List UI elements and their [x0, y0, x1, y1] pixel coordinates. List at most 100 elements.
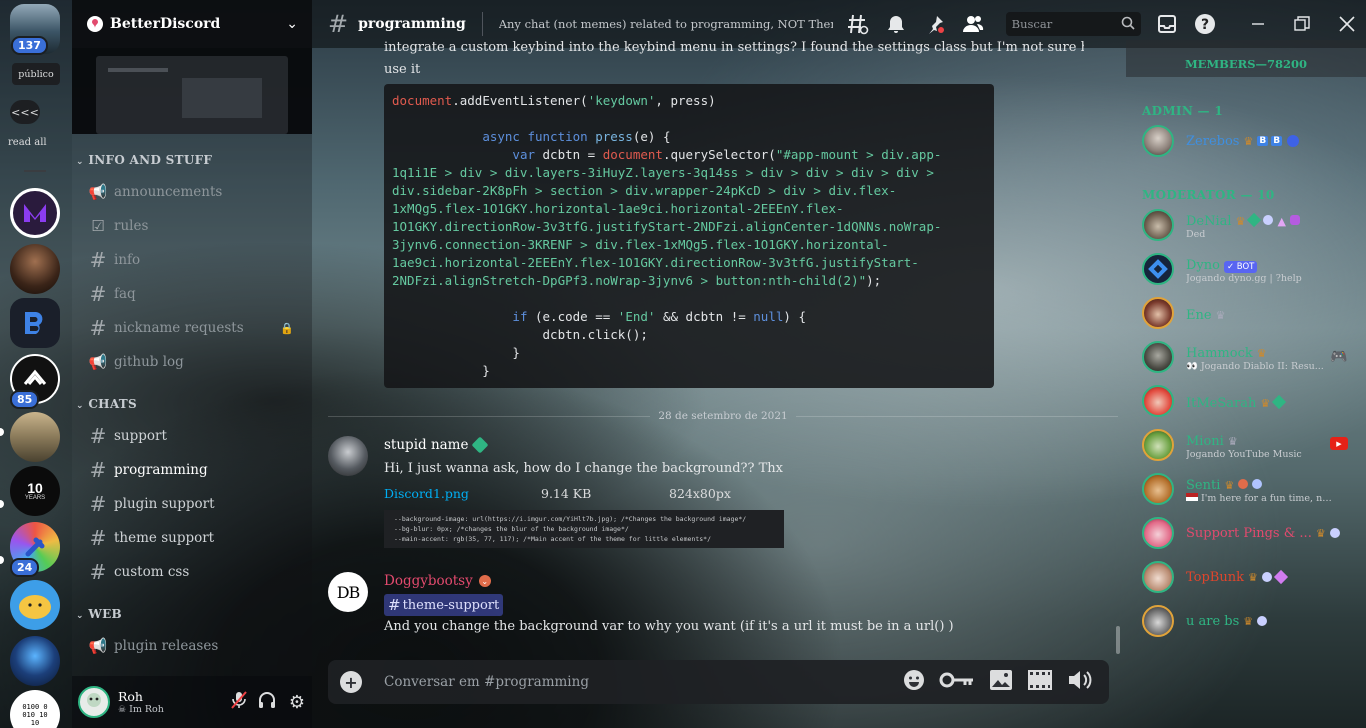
channel-topic[interactable]: Any chat (not memes) related to programm…: [499, 17, 833, 31]
gif-film-icon[interactable]: [1027, 669, 1053, 695]
maximize-icon[interactable]: [1291, 12, 1314, 36]
threads-icon[interactable]: [847, 12, 870, 36]
member-header: MEMBERS—78200: [1126, 40, 1366, 77]
key-icon[interactable]: [939, 671, 975, 693]
pin-icon[interactable]: [924, 12, 947, 36]
member-itmesarah[interactable]: ItMeSarah ♛: [1142, 382, 1352, 420]
category-web[interactable]: ⌄ WEB: [76, 607, 122, 621]
channel-mention[interactable]: # theme-support: [384, 594, 504, 616]
read-all-button[interactable]: read all: [8, 137, 47, 148]
channel-plugin-support[interactable]: # plugin support: [88, 490, 302, 518]
crown-icon: ♛: [1227, 434, 1238, 448]
hash-icon: #: [89, 492, 107, 516]
member-denial[interactable]: DeNial ♛ ▲ Ded: [1142, 206, 1352, 244]
search-icon: [1121, 15, 1136, 34]
server-purple-m-icon[interactable]: [10, 188, 60, 238]
nitro-badge-icon: [1261, 572, 1272, 582]
category-info-and-stuff[interactable]: ⌄ INFO AND STUFF: [76, 153, 212, 167]
hash-icon: #: [89, 560, 107, 584]
channel-announcements[interactable]: 📢 announcements: [88, 178, 302, 206]
crown-icon: ♛: [1215, 308, 1226, 322]
image-upload-icon[interactable]: [989, 669, 1013, 695]
crown-icon: ♛: [1256, 346, 1267, 360]
server-landscape-icon[interactable]: [10, 412, 60, 462]
ten-years-server-icon[interactable]: 10 YEARS: [10, 466, 60, 516]
headphones-icon[interactable]: [252, 691, 282, 713]
hash-icon: #: [89, 424, 107, 448]
unread-pill: [0, 556, 4, 564]
search-input[interactable]: Buscar: [1005, 12, 1142, 36]
message-author[interactable]: Doggybootsy: [384, 573, 473, 589]
crown-icon: ♛: [1248, 570, 1258, 584]
emoji-icon[interactable]: [903, 669, 925, 695]
avatar[interactable]: DB: [328, 572, 368, 612]
channel-programming[interactable]: # programming: [88, 456, 302, 484]
members-list-icon[interactable]: [962, 12, 985, 36]
close-icon[interactable]: [1336, 12, 1359, 36]
scrollbar-thumb[interactable]: [1116, 626, 1120, 654]
bd-badge-icon: B: [1257, 136, 1269, 146]
channel-plugin-releases[interactable]: 📢 plugin releases: [88, 632, 302, 660]
betterdiscord-logo-icon: [87, 16, 103, 32]
guild-banner: [72, 48, 312, 134]
user-panel: Roh ☠ Im Roh ⚙: [72, 676, 312, 728]
mention-badge: 137: [11, 36, 48, 55]
message-author[interactable]: stupid name: [384, 437, 468, 453]
member-mioni[interactable]: Mioni ♛ Jogando YouTube Music ▶: [1142, 426, 1352, 464]
chevron-down-icon[interactable]: ⌄: [286, 16, 298, 32]
settings-gear-icon[interactable]: ⚙: [282, 692, 312, 713]
member-u-are-bs[interactable]: u are bs ♛: [1142, 602, 1352, 640]
chevron-badge-icon: ⌄: [478, 575, 491, 587]
member-topbunk[interactable]: TopBunk ♛: [1142, 558, 1352, 596]
category-chats[interactable]: ⌄ CHATS: [76, 397, 137, 411]
channel-github-log[interactable]: 📢 github log: [88, 348, 302, 376]
betterdiscord-server-icon[interactable]: [10, 298, 60, 348]
chevron-down-icon: ⌄: [76, 157, 84, 167]
chevron-down-icon: ⌄: [76, 401, 84, 411]
member-hammock[interactable]: Hammock ♛ 👀 Jogando Diablo II: Resu... 🎮: [1142, 338, 1352, 376]
member-ene[interactable]: Ene ♛: [1142, 294, 1352, 332]
avatar[interactable]: [78, 686, 110, 718]
mute-mic-icon[interactable]: [226, 691, 252, 713]
channel-theme-support[interactable]: # theme support: [88, 524, 302, 552]
eyes-icon: 👀: [1186, 360, 1201, 372]
binary-text: 0100 0010 1010: [22, 703, 48, 727]
member-support-pings[interactable]: Support Pings & ... ♛: [1142, 514, 1352, 552]
message-input[interactable]: Conversar em #programming: [384, 674, 903, 690]
image-attachment[interactable]: --background-image: url(https://i.imgur.…: [384, 510, 784, 548]
collapse-button[interactable]: <<<: [10, 100, 40, 124]
channel-title: programming: [358, 16, 466, 32]
channel-rules[interactable]: ☑ rules: [88, 212, 302, 240]
volume-icon[interactable]: [1067, 669, 1093, 695]
file-dimensions: 824x80px: [669, 486, 731, 501]
minimize-icon[interactable]: [1247, 12, 1270, 36]
inbox-icon[interactable]: [1155, 12, 1178, 36]
avatar: [1142, 561, 1174, 593]
file-link[interactable]: Discord1.png: [384, 486, 541, 501]
avatar: [1142, 125, 1174, 157]
developer-badge-icon: [1287, 135, 1300, 147]
message-composer[interactable]: + Conversar em #programming: [328, 660, 1109, 704]
guild-header[interactable]: BetterDiscord ⌄: [72, 0, 312, 48]
server-portrait-icon[interactable]: [10, 244, 60, 294]
channel-nickname-requests[interactable]: # nickname requests 🔒: [88, 314, 302, 342]
chat-area: integrate a custom keybind into the keyb…: [312, 40, 1126, 658]
server-binary-icon[interactable]: 0100 0010 1010: [10, 690, 60, 728]
channel-info[interactable]: # info: [88, 246, 302, 274]
channel-support[interactable]: # support: [88, 422, 302, 450]
help-icon[interactable]: ?: [1194, 12, 1217, 36]
server-blue-figure-icon[interactable]: [10, 636, 60, 686]
avatar[interactable]: [328, 436, 368, 476]
member-dyno[interactable]: Dyno ✓ BOT Jogando dyno.gg | ?help: [1142, 250, 1352, 288]
add-attachment-icon[interactable]: +: [340, 671, 362, 693]
member-senti[interactable]: Senti ♛ I'm here for a fun time, not a...: [1142, 470, 1352, 508]
db-logo-icon: DB: [336, 582, 361, 602]
unread-pill: [0, 500, 4, 508]
member-zerebos[interactable]: Zerebos ♛ B B: [1142, 122, 1352, 160]
notification-bell-icon[interactable]: [885, 12, 908, 36]
hash-icon: #: [328, 10, 349, 38]
server-badge: 85: [10, 390, 40, 409]
channel-custom-css[interactable]: # custom css: [88, 558, 302, 586]
channel-faq[interactable]: # faq: [88, 280, 302, 308]
server-blob-icon[interactable]: [10, 580, 60, 630]
